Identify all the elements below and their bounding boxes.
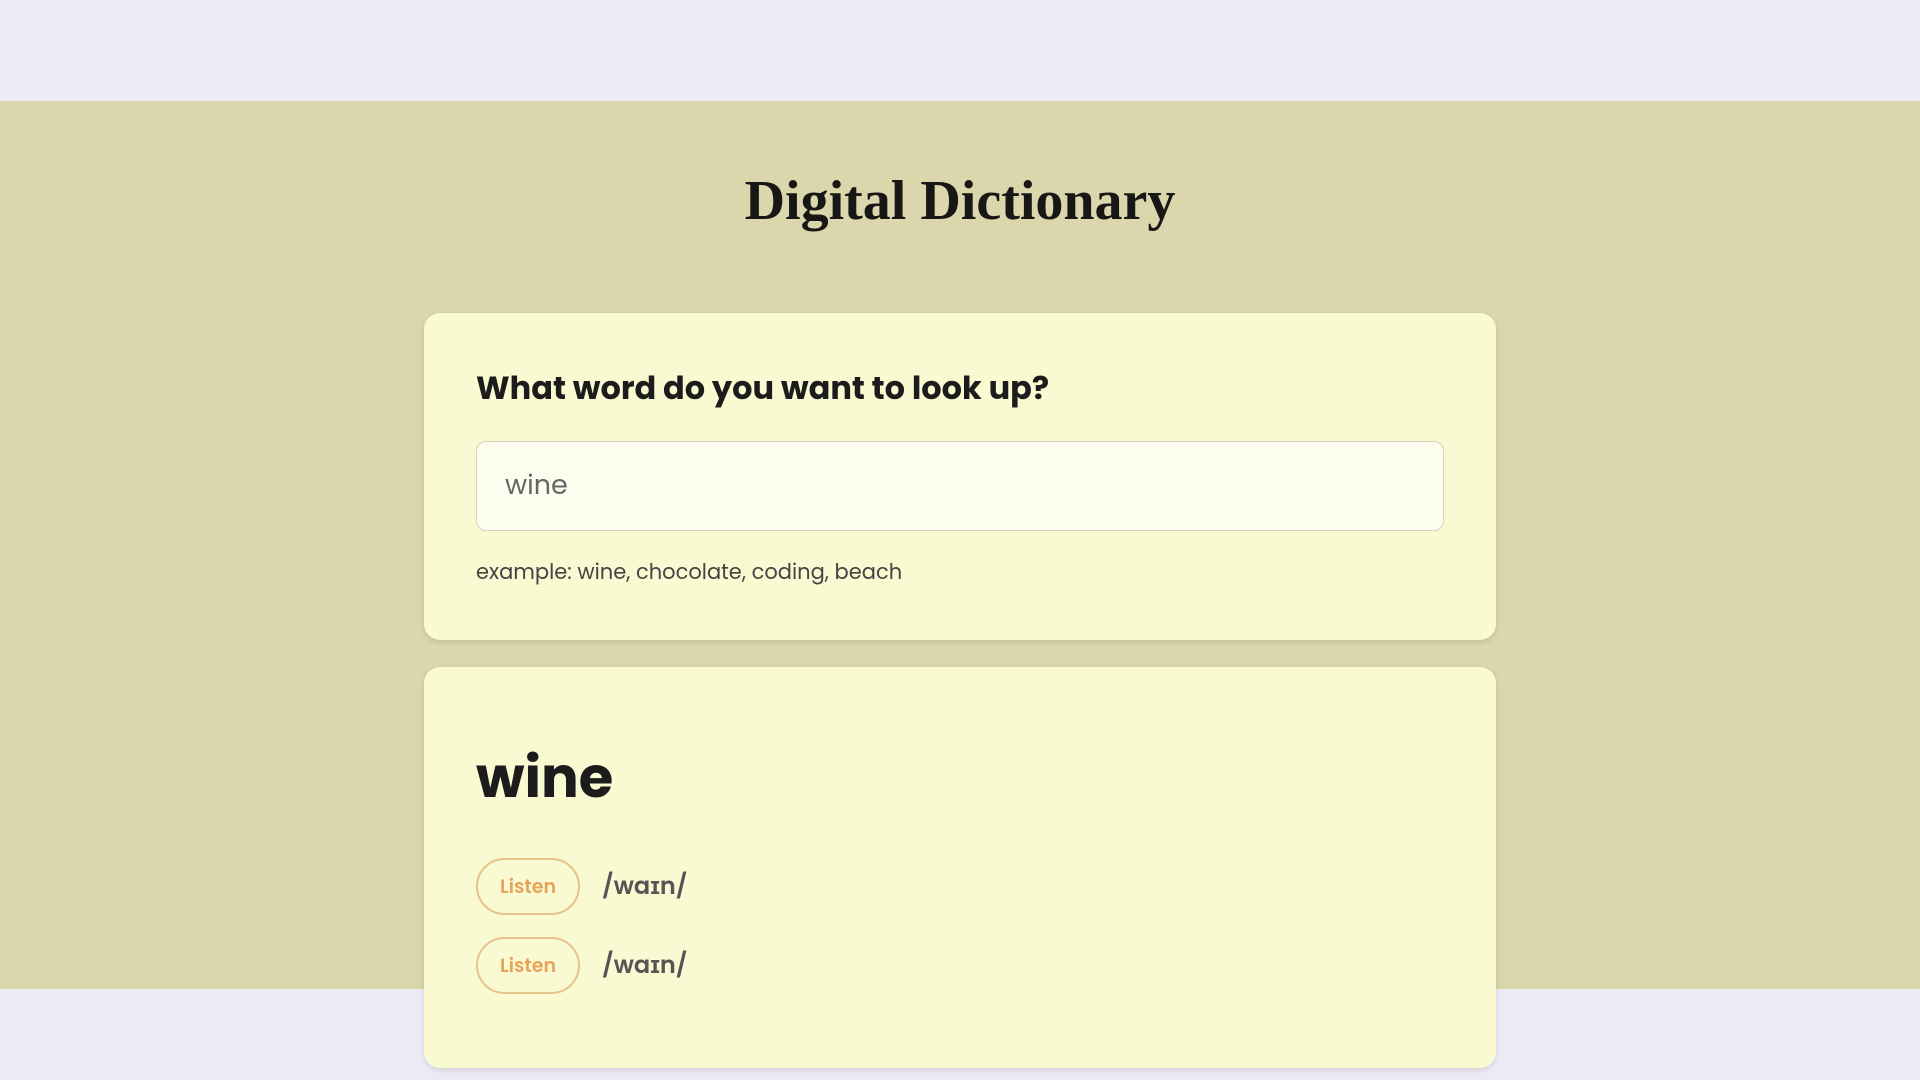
page-title: Digital Dictionary: [0, 169, 1920, 233]
result-word: wine: [476, 735, 1444, 820]
pronunciation-row: Listen /waɪn/: [476, 937, 1444, 994]
search-example-text: example: wine, chocolate, coding, beach: [476, 557, 1444, 588]
listen-button[interactable]: Listen: [476, 937, 580, 994]
app-stage: Digital Dictionary What word do you want…: [0, 101, 1920, 989]
ipa-text: /waɪn/: [602, 948, 687, 983]
pronunciation-row: Listen /waɪn/: [476, 858, 1444, 915]
ipa-text: /waɪn/: [602, 869, 687, 904]
word-card: wine Listen /waɪn/ Listen /waɪn/: [424, 667, 1496, 1068]
search-card: What word do you want to look up? exampl…: [424, 313, 1496, 640]
listen-button[interactable]: Listen: [476, 858, 580, 915]
search-input[interactable]: [476, 441, 1444, 531]
search-prompt: What word do you want to look up?: [476, 365, 1444, 413]
